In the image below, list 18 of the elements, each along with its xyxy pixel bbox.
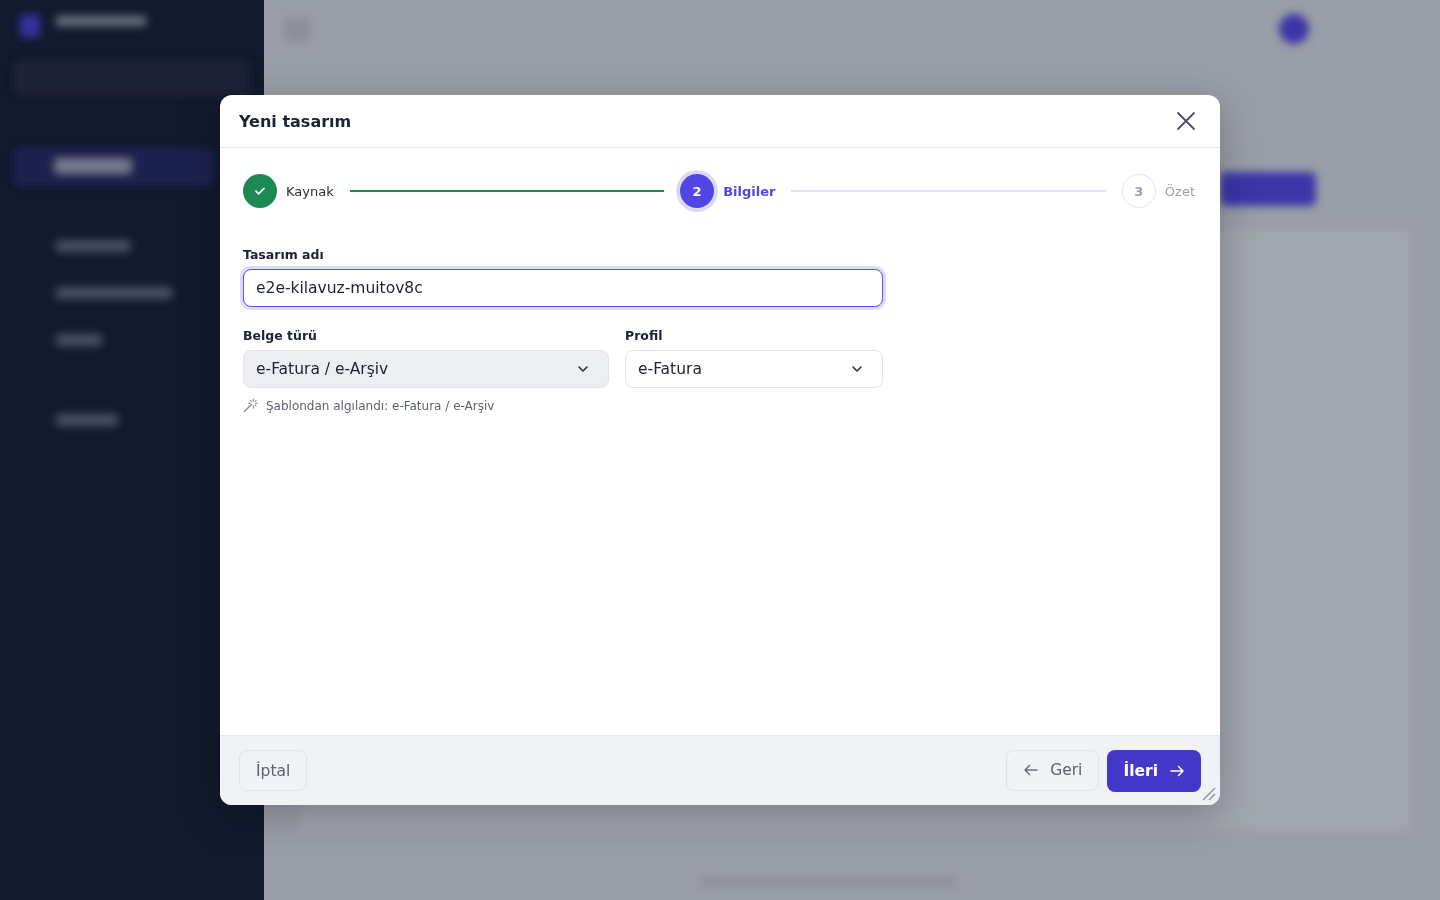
step-label: Bilgiler (723, 183, 776, 199)
step-label: Kaynak (286, 183, 334, 199)
step-indicator: 3 (1121, 174, 1156, 208)
field-label: Profil (625, 328, 664, 343)
cancel-button[interactable]: İptal (239, 750, 308, 791)
select-field[interactable]: e-Fatura (625, 350, 883, 388)
field-label: Tasarım adı (243, 247, 325, 262)
arrow-left-icon (1023, 762, 1040, 778)
close-icon (1176, 111, 1196, 131)
field-label: Belge türü (243, 328, 318, 343)
next-button[interactable]: İleri (1107, 749, 1201, 792)
input-field[interactable]: e2e-kilavuz-muitov8c (243, 269, 883, 307)
dialog-title: Yeni tasarım (239, 111, 352, 131)
hint-text: Şablondan algılandı: e-Fatura / e-Arşiv (266, 398, 495, 413)
back-button[interactable]: Geri (1006, 749, 1100, 791)
resize-grip-icon[interactable] (1200, 785, 1216, 801)
step-label: Özet (1164, 183, 1195, 199)
magic-wand-icon (243, 398, 258, 413)
